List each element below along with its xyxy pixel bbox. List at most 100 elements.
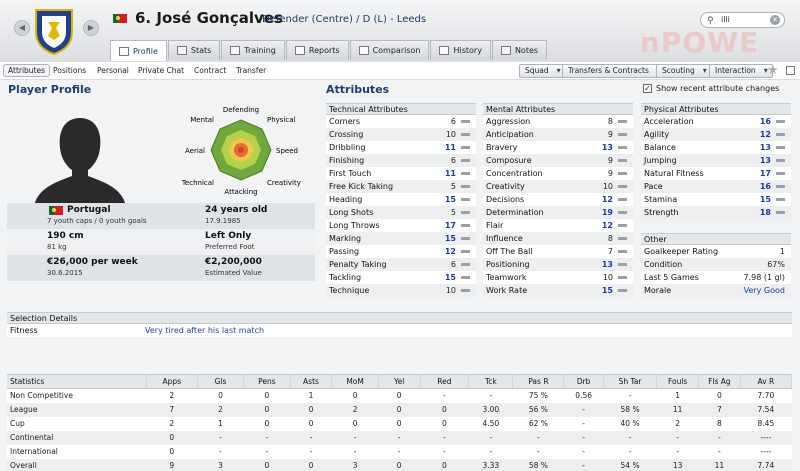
attribute-row[interactable]: Stamina 15 bbox=[641, 193, 791, 206]
attribute-row[interactable]: Teamwork 10 bbox=[483, 271, 633, 284]
attribute-row[interactable]: Jumping 13 bbox=[641, 154, 791, 167]
stats-row[interactable]: Overall 9 3 0 0 3 0 0 3.33 58 % -54 % 13 11 7.74 bbox=[7, 458, 792, 471]
attribute-row[interactable]: Long Throws 17 bbox=[326, 219, 476, 232]
stats-column-header[interactable]: Pas R bbox=[512, 374, 565, 389]
stats-column-header[interactable]: Statistics bbox=[7, 374, 147, 389]
forward-button[interactable]: ▶ bbox=[83, 20, 99, 36]
attribute-row[interactable]: Anticipation 9 bbox=[483, 128, 633, 141]
stats-column-header[interactable]: Pens bbox=[243, 374, 291, 389]
attribute-row[interactable]: Dribbling 11 bbox=[326, 141, 476, 154]
tab-training[interactable]: Training bbox=[221, 40, 285, 60]
search-input[interactable]: ⚲ illi ✕ bbox=[700, 12, 785, 28]
attribute-row[interactable]: Natural Fitness 17 bbox=[641, 167, 791, 180]
attribute-row[interactable]: Acceleration 16 bbox=[641, 115, 791, 128]
attribute-row[interactable]: Penalty Taking 6 bbox=[326, 258, 476, 271]
attribute-row[interactable]: Corners 6 bbox=[326, 115, 476, 128]
attribute-row[interactable]: Pace 16 bbox=[641, 180, 791, 193]
weight: 81 kg bbox=[47, 243, 67, 251]
stats-row[interactable]: International 0- - - - - - - - - - - - ---- bbox=[7, 444, 792, 459]
attribute-row[interactable]: Balance 13 bbox=[641, 141, 791, 154]
attribute-row[interactable]: Creativity 10 bbox=[483, 180, 633, 193]
tab-profile[interactable]: Profile bbox=[110, 40, 167, 61]
scouting-dropdown[interactable]: Scouting bbox=[656, 64, 712, 78]
search-icon: ⚲ bbox=[707, 16, 714, 26]
stats-column-header[interactable]: Red bbox=[420, 374, 470, 389]
attribute-row[interactable]: Flair 12 bbox=[483, 219, 633, 232]
subtab-contract[interactable]: Contract bbox=[194, 66, 226, 75]
tab-stats[interactable]: Stats bbox=[167, 40, 221, 60]
stats-cell: 8.45 bbox=[740, 416, 792, 431]
stats-column-header[interactable]: Yel bbox=[378, 374, 421, 389]
tab-notes[interactable]: Notes bbox=[491, 40, 548, 60]
attribute-row[interactable]: Agility 12 bbox=[641, 128, 791, 141]
stats-column-header[interactable]: Fouls bbox=[656, 374, 700, 389]
attribute-row[interactable]: Bravery 13 bbox=[483, 141, 633, 154]
attribute-trend-icon bbox=[618, 276, 627, 279]
stats-row[interactable]: Cup 2 1 0 0 0 0 0 4.50 62 % -40 % 2 8 8.45 bbox=[7, 416, 792, 431]
stats-row[interactable]: Non Competitive 2 0 0 1 0 0- -75 % 0.56-1 0 7.70 bbox=[7, 388, 792, 403]
attribute-value: 12 bbox=[444, 247, 456, 256]
stats-cell: - bbox=[468, 388, 513, 403]
tab-comparison[interactable]: Comparison bbox=[349, 40, 430, 60]
transfers-contracts-dropdown[interactable]: Transfers & Contracts bbox=[562, 64, 666, 78]
attribute-row[interactable]: Aggression 8 bbox=[483, 115, 633, 128]
attribute-row[interactable]: Technique 10 bbox=[326, 284, 476, 297]
stats-column-header[interactable]: Gls bbox=[197, 374, 245, 389]
subtab-transfer[interactable]: Transfer bbox=[236, 66, 266, 75]
stats-cell: 58 % bbox=[512, 458, 564, 471]
stats-cell: 2 bbox=[197, 402, 244, 417]
attribute-name: Composure bbox=[486, 156, 532, 165]
stats-column-header[interactable]: Fls Ag bbox=[698, 374, 741, 389]
attribute-row[interactable]: Marking 15 bbox=[326, 232, 476, 245]
attribute-row[interactable]: Finishing 6 bbox=[326, 154, 476, 167]
stats-row[interactable]: Continental 0- - - - - - - - - - - - ---- bbox=[7, 430, 792, 445]
attribute-row[interactable]: Composure 9 bbox=[483, 154, 633, 167]
pin-icon[interactable] bbox=[786, 66, 795, 75]
attribute-name: Corners bbox=[329, 117, 361, 126]
stats-column-header[interactable]: Apps bbox=[146, 374, 198, 389]
subtab-attributes[interactable]: Attributes bbox=[3, 64, 51, 77]
shortlist-star-icon[interactable]: ★ bbox=[767, 64, 779, 78]
header-bar: ◀ ▶ 6. José Gonçalves Defender (Centre) … bbox=[0, 0, 800, 62]
tab-reports[interactable]: Reports bbox=[285, 40, 349, 60]
squad-dropdown[interactable]: Squad bbox=[519, 64, 566, 78]
subtab-personal[interactable]: Personal bbox=[97, 66, 129, 75]
attribute-row[interactable]: Tackling 15 bbox=[326, 271, 476, 284]
attribute-row[interactable]: First Touch 11 bbox=[326, 167, 476, 180]
interaction-dropdown[interactable]: Interaction bbox=[709, 64, 773, 78]
attribute-row[interactable]: Goalkeeper Rating 1 bbox=[641, 245, 791, 258]
stats-column-header[interactable]: Asts bbox=[290, 374, 333, 389]
attribute-row[interactable]: Crossing 10 bbox=[326, 128, 476, 141]
subtab-private-chat[interactable]: Private Chat bbox=[138, 66, 184, 75]
attribute-row[interactable]: Condition 67% bbox=[641, 258, 791, 271]
attribute-row[interactable]: Long Shots 5 bbox=[326, 206, 476, 219]
player-position-club[interactable]: Defender (Centre) / D (L) - Leeds bbox=[262, 14, 426, 25]
attribute-value: 10 bbox=[602, 273, 613, 282]
stats-column-header[interactable]: MoM bbox=[331, 374, 379, 389]
attribute-row[interactable]: Heading 15 bbox=[326, 193, 476, 206]
attribute-row[interactable]: Decisions 12 bbox=[483, 193, 633, 206]
stats-row[interactable]: League 7 2 0 0 2 0 0 3.00 56 % -58 % 11 7 7.54 bbox=[7, 402, 792, 417]
attribute-row[interactable]: Determination 19 bbox=[483, 206, 633, 219]
stats-column-header[interactable]: Tck bbox=[468, 374, 514, 389]
clear-search-icon[interactable]: ✕ bbox=[770, 15, 780, 25]
subtab-positions[interactable]: Positions bbox=[53, 66, 86, 75]
attribute-row[interactable]: Off The Ball 7 bbox=[483, 245, 633, 258]
attribute-row[interactable]: Strength 18 bbox=[641, 206, 791, 219]
attribute-row[interactable]: Passing 12 bbox=[326, 245, 476, 258]
attribute-row[interactable]: Concentration 9 bbox=[483, 167, 633, 180]
attribute-row[interactable]: Free Kick Taking 5 bbox=[326, 180, 476, 193]
attribute-row[interactable]: Morale Very Good bbox=[641, 284, 791, 297]
stats-column-header[interactable]: Sh Tar bbox=[603, 374, 658, 389]
attribute-row[interactable]: Influence 8 bbox=[483, 232, 633, 245]
tab-history[interactable]: History bbox=[430, 40, 491, 60]
attribute-row[interactable]: Last 5 Games 7.98 (1 gl) bbox=[641, 271, 791, 284]
attribute-row[interactable]: Positioning 13 bbox=[483, 258, 633, 271]
back-button[interactable]: ◀ bbox=[14, 20, 30, 36]
nationality[interactable]: Portugal bbox=[47, 205, 161, 216]
stats-column-header[interactable]: Av R bbox=[740, 374, 793, 389]
attribute-row[interactable]: Work Rate 15 bbox=[483, 284, 633, 297]
show-recent-changes-checkbox[interactable]: ✓ Show recent attribute changes bbox=[643, 84, 779, 93]
attribute-name: Last 5 Games bbox=[644, 273, 699, 282]
stats-column-header[interactable]: Drb bbox=[563, 374, 604, 389]
